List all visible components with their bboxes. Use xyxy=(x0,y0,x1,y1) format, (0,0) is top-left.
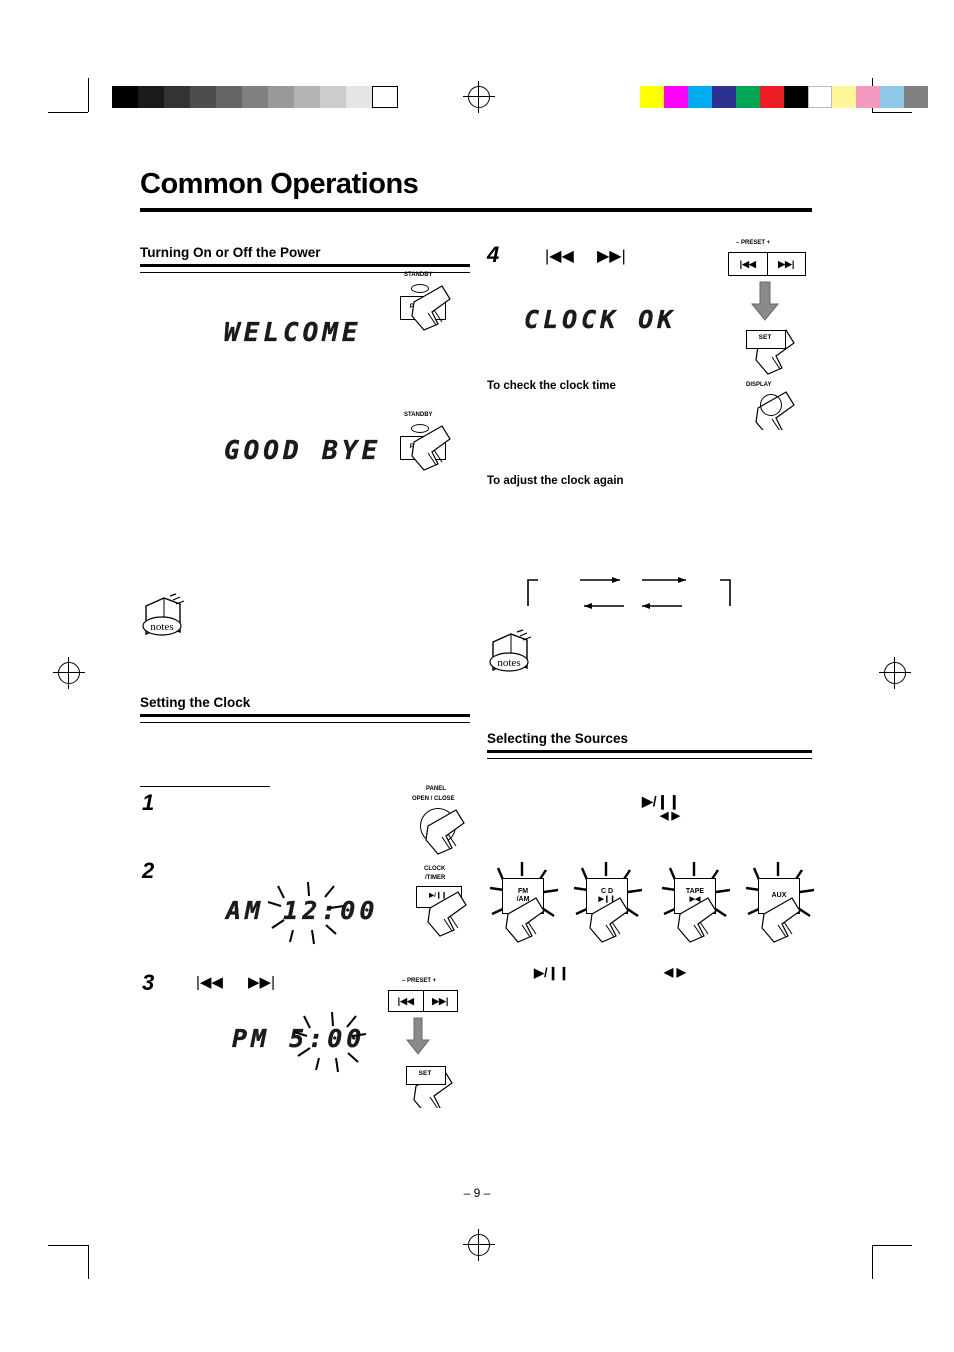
flash-burst-pm-icon xyxy=(293,1011,367,1073)
source-cycle-diagram xyxy=(524,576,744,624)
crop-mark-bl-h xyxy=(48,1245,88,1246)
clock-timer-button-graphic: CLOCK /TIMER ▶/❙❙ xyxy=(408,866,494,942)
section-title-sources: Selecting the Sources xyxy=(487,731,629,746)
display-button-label: DISPLAY xyxy=(746,382,772,388)
step4-skip-fwd-icon: ▶▶| xyxy=(597,248,626,265)
registration-mark-left xyxy=(53,657,85,689)
svg-text:notes: notes xyxy=(497,657,520,669)
sources-left-right-icon: ◀ ▶ xyxy=(660,810,680,822)
crop-mark-tl-h xyxy=(48,112,88,113)
section-title-clock: Setting the Clock xyxy=(140,695,251,710)
sources-play-pause-icon: ▶/❙❙ xyxy=(642,793,681,809)
display-button-circle[interactable] xyxy=(760,394,782,416)
step3-preset-graphic: – PRESET + |◀◀ ▶▶| SET xyxy=(388,978,498,1108)
page-number: – 9 – xyxy=(463,1186,491,1200)
hand-cursor-aux-icon xyxy=(761,897,801,943)
section-rule-sources-thin xyxy=(487,758,812,759)
source-button-group: FM /AM C D ▶❙❙ TAPE ▶◀ AUX xyxy=(488,862,818,948)
title-underline xyxy=(140,208,812,212)
crop-mark-tl-v xyxy=(88,78,89,112)
notes-icon-left: notes xyxy=(140,592,200,645)
panel-open-close-graphic: PANEL OPEN / CLOSE xyxy=(408,786,488,856)
display-welcome: WELCOME xyxy=(224,318,362,348)
power-button-graphic-on: STANDBY POWER xyxy=(398,272,470,342)
sources-bottom-play-icon: ▶/❙❙ xyxy=(534,965,570,980)
step4-skip-back-icon: |◀◀ xyxy=(545,248,574,265)
hand-cursor-on-icon xyxy=(411,285,451,331)
clock-step-1: 1 xyxy=(142,790,155,815)
step4-set-label: SET xyxy=(758,334,772,341)
hand-cursor-clocktimer-icon xyxy=(427,891,467,937)
svg-text:notes: notes xyxy=(150,621,173,633)
section-rule-clock xyxy=(140,714,470,717)
notes-icon-right: notes xyxy=(487,628,547,681)
grayscale-calibration-bar xyxy=(112,86,398,108)
crop-mark-tr-h xyxy=(872,112,912,113)
display-goodbye: GOOD BYE xyxy=(224,436,382,466)
clock-step-3: 3 xyxy=(142,970,155,995)
step4-control-graphic: – PRESET + |◀◀ ▶▶| SET DISPLAY xyxy=(718,240,828,430)
page-title: Common Operations xyxy=(140,168,419,200)
display-clock-ok: CLOCK OK xyxy=(524,305,677,334)
registration-mark-bottom xyxy=(463,1229,495,1261)
sources-bottom-lr-icon: ◀ ▶ xyxy=(664,965,686,979)
section-rule-clock-thin xyxy=(140,722,470,723)
section-rule-power xyxy=(140,264,470,267)
subtitle-adjust-clock: To adjust the clock again xyxy=(487,475,624,487)
section-title-power: Turning On or Off the Power xyxy=(140,245,321,260)
registration-mark-top xyxy=(463,81,495,113)
registration-mark-right xyxy=(879,657,911,689)
crop-mark-bl-v xyxy=(88,1245,89,1279)
power-button-graphic-off: STANDBY POWER xyxy=(398,412,470,482)
crop-mark-br-v xyxy=(872,1245,873,1279)
step3-arrow-and-hand xyxy=(405,1017,453,1108)
hand-cursor-panel-icon xyxy=(425,809,465,855)
page-canvas: Common Operations Turning On or Off the … xyxy=(0,0,954,1352)
hand-cursor-fm-icon xyxy=(505,897,545,943)
step1-rule xyxy=(140,786,270,787)
color-calibration-bar xyxy=(640,86,928,108)
clock-step-4: 4 xyxy=(487,242,500,267)
step3-skip-fwd-icon: ▶▶| xyxy=(248,974,275,991)
hand-cursor-cd-icon xyxy=(589,897,629,943)
section-rule-sources xyxy=(487,750,812,753)
crop-mark-br-h xyxy=(872,1245,912,1246)
step3-set-label: SET xyxy=(418,1070,432,1077)
subtitle-check-clock: To check the clock time xyxy=(487,380,616,392)
step3-skip-back-icon: |◀◀ xyxy=(196,974,223,991)
flash-burst-am-icon xyxy=(267,881,345,945)
clock-step-2: 2 xyxy=(142,858,155,883)
hand-cursor-tape-icon xyxy=(677,897,717,943)
hand-cursor-off-icon xyxy=(411,425,451,471)
